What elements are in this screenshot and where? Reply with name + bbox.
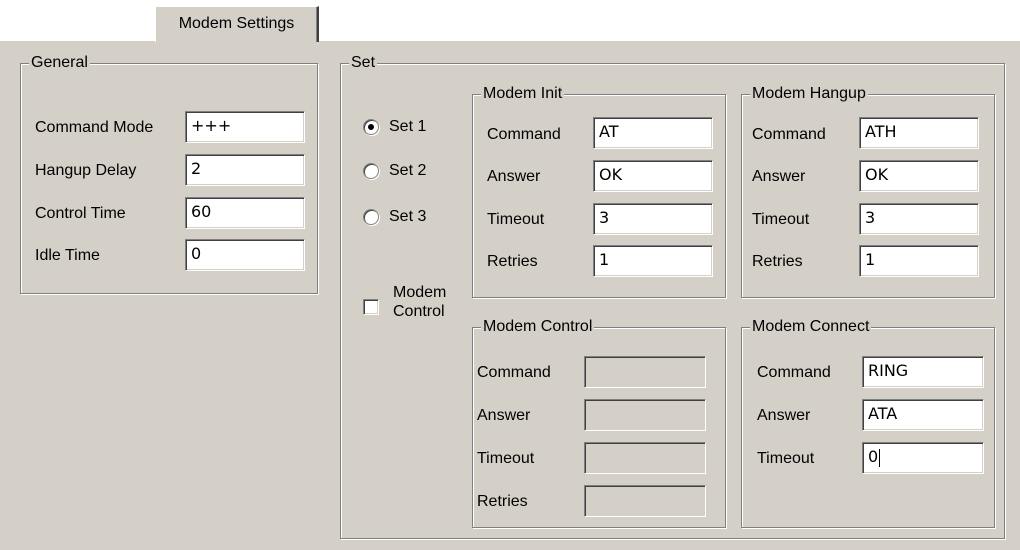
hangup-delay-field[interactable]: 2 (185, 154, 305, 186)
modem-hangup-answer-field[interactable]: OK (859, 160, 979, 192)
modem-init-legend: Modem Init (481, 84, 565, 104)
modem-control-checkbox-label-line1: Modem (393, 284, 447, 301)
modem-hangup-timeout-label: Timeout (752, 211, 810, 228)
modem-hangup-command-label: Command (752, 126, 826, 143)
general-group: General Command Mode +++ Hangup Delay 2 … (20, 53, 318, 294)
modem-connect-answer-label: Answer (757, 407, 811, 424)
modem-init-retries-label: Retries (487, 253, 538, 270)
modem-control-retries-field[interactable] (584, 485, 706, 517)
radio-button-icon (363, 163, 379, 179)
radio-button-icon (363, 209, 379, 225)
hangup-delay-label: Hangup Delay (35, 162, 137, 179)
radio-set-1-label: Set 1 (389, 118, 427, 135)
modem-hangup-timeout-field[interactable]: 3 (859, 203, 979, 235)
modem-hangup-command-field[interactable]: ATH (859, 117, 979, 149)
modem-connect-group: Modem Connect Command RING Answer ATA Ti… (741, 317, 995, 528)
modem-control-command-field[interactable] (584, 356, 706, 388)
control-time-field[interactable]: 60 (185, 197, 305, 229)
modem-connect-timeout-value: 0 (868, 447, 879, 466)
modem-control-retries-label: Retries (477, 493, 528, 510)
text-caret (879, 448, 881, 467)
general-legend: General (29, 53, 90, 73)
modem-control-answer-field[interactable] (584, 399, 706, 431)
modem-control-legend: Modem Control (481, 317, 595, 337)
modem-init-answer-field[interactable]: OK (593, 160, 713, 192)
modem-hangup-legend: Modem Hangup (750, 84, 868, 104)
command-mode-field[interactable]: +++ (185, 111, 305, 143)
radio-set-2-label: Set 2 (389, 162, 427, 179)
modem-connect-timeout-field[interactable]: 0 (862, 442, 984, 474)
idle-time-label: Idle Time (35, 247, 100, 264)
checkbox-icon (363, 299, 379, 315)
modem-connect-legend: Modem Connect (750, 317, 872, 337)
tab-modem-settings[interactable]: Modem Settings (155, 6, 319, 42)
set-legend: Set (349, 53, 378, 73)
modem-control-timeout-label: Timeout (477, 450, 535, 467)
modem-init-command-label: Command (487, 126, 561, 143)
modem-init-group: Modem Init Command AT Answer OK Timeout … (472, 84, 726, 298)
modem-init-timeout-label: Timeout (487, 211, 545, 228)
command-mode-label: Command Mode (35, 119, 154, 136)
radio-button-icon (363, 119, 379, 135)
idle-time-field[interactable]: 0 (185, 239, 305, 271)
modem-control-timeout-field[interactable] (584, 442, 706, 474)
modem-connect-command-field[interactable]: RING (862, 356, 984, 388)
modem-init-answer-label: Answer (487, 168, 541, 185)
modem-init-command-field[interactable]: AT (593, 117, 713, 149)
modem-connect-answer-field[interactable]: ATA (862, 399, 984, 431)
modem-init-retries-field[interactable]: 1 (593, 245, 713, 277)
modem-hangup-retries-field[interactable]: 1 (859, 245, 979, 277)
modem-hangup-group: Modem Hangup Command ATH Answer OK Timeo… (741, 84, 995, 298)
modem-hangup-answer-label: Answer (752, 168, 806, 185)
modem-hangup-retries-label: Retries (752, 253, 803, 270)
radio-set-3-label: Set 3 (389, 208, 427, 225)
modem-init-timeout-field[interactable]: 3 (593, 203, 713, 235)
modem-connect-timeout-label: Timeout (757, 450, 815, 467)
modem-control-group: Modem Control Command Answer Timeout Ret… (472, 317, 726, 528)
modem-control-command-label: Command (477, 364, 551, 381)
tab-label: Modem Settings (178, 15, 295, 32)
set-group: Set Set 1 Set 2 Set 3 Modem Control Mode… (340, 53, 1005, 539)
modem-control-answer-label: Answer (477, 407, 531, 424)
modem-connect-command-label: Command (757, 364, 831, 381)
modem-control-checkbox-label-line2: Control (393, 303, 445, 320)
tab-page: General Command Mode +++ Hangup Delay 2 … (0, 40, 1020, 550)
control-time-label: Control Time (35, 205, 126, 222)
